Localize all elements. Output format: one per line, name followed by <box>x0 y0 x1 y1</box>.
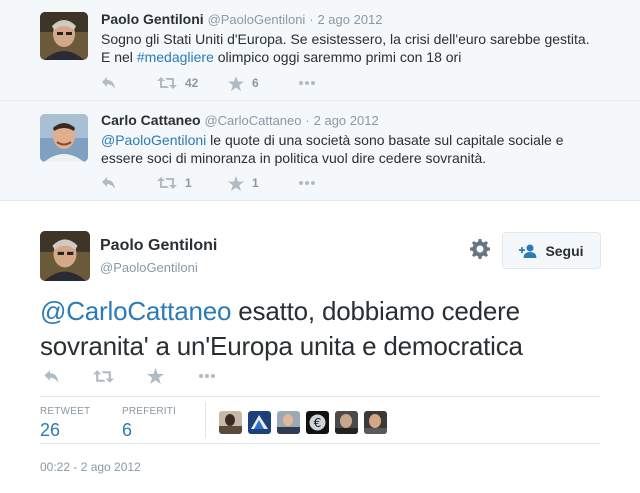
permalink-tweet: Paolo Gentiloni @PaoloGentiloni Segui @C… <box>0 201 640 493</box>
more-icon <box>199 374 215 378</box>
avatar[interactable] <box>40 231 90 281</box>
tweet-timestamp[interactable]: 00:22 - 2 ago 2012 <box>40 460 141 474</box>
retweet-stat-label: RETWEET <box>40 406 91 417</box>
retweet-icon <box>157 77 177 89</box>
tweet-text-line2: essere soci di minoranza in politica vuo… <box>101 150 487 166</box>
reply-icon <box>102 177 115 189</box>
tweet-author-username[interactable]: @PaoloGentiloni <box>208 12 306 27</box>
follow-button-label: Segui <box>545 242 584 259</box>
retweet-stat[interactable]: RETWEET 26 <box>40 406 90 441</box>
reply-icon <box>102 77 115 89</box>
retweet-button[interactable]: 42 <box>157 76 228 90</box>
tweet-actions: 42 6 <box>101 73 315 93</box>
tweet-timestamp[interactable]: 2 ago 2012 <box>314 113 379 128</box>
star-icon <box>147 368 164 384</box>
separator: · <box>309 12 314 27</box>
retweet-count: 42 <box>185 76 199 90</box>
reply-button[interactable] <box>43 369 93 384</box>
reply-button[interactable] <box>101 76 157 90</box>
favoriter-avatars: € <box>219 411 393 434</box>
tweet-text: @PaoloGentiloni le quote di una società … <box>101 131 621 167</box>
settings-button[interactable] <box>470 239 490 264</box>
tweet-author-name[interactable]: Paolo Gentiloni <box>101 11 204 27</box>
reply-button[interactable] <box>101 176 157 190</box>
tweet-actions: 1 1 <box>101 173 315 193</box>
svg-text:€: € <box>314 416 322 430</box>
tweet-text-segment: olimpico oggi saremmo primi con 18 ori <box>213 49 462 65</box>
tweet-text: Sogno gli Stati Uniti d'Europa. Se esist… <box>101 30 621 66</box>
tweet-text-segment: le quote di una società sono basate sul … <box>206 132 564 148</box>
follow-button[interactable]: Segui <box>502 232 601 269</box>
tweet-timestamp[interactable]: 2 ago 2012 <box>317 12 382 27</box>
divider <box>40 396 600 397</box>
tweet-author-name[interactable]: Paolo Gentiloni <box>100 237 217 255</box>
favorite-button[interactable]: 1 <box>228 175 299 191</box>
separator: · <box>305 113 310 128</box>
mention-link[interactable]: @PaoloGentiloni <box>101 132 206 148</box>
retweet-button[interactable] <box>93 369 147 384</box>
tweet-text-line2: sovranita' a un'Europa unita e democrati… <box>40 331 523 361</box>
retweet-icon <box>93 369 114 383</box>
star-icon <box>228 175 244 191</box>
retweet-icon <box>157 177 177 189</box>
favorites-stat-label: PREFERITI <box>122 406 177 417</box>
tweet-text-segment: E nel <box>101 49 137 65</box>
avatar[interactable] <box>219 411 242 434</box>
tweet-author-name[interactable]: Carlo Cattaneo <box>101 112 201 128</box>
tweet-text-line1: Sogno gli Stati Uniti d'Europa. Se esist… <box>101 31 590 47</box>
reply-icon <box>44 369 59 383</box>
context-tweet[interactable]: Carlo Cattaneo @CarloCattaneo · 2 ago 20… <box>0 101 640 201</box>
favorite-button[interactable]: 6 <box>228 75 299 91</box>
tweet-text: @CarloCattaneo esatto, dobbiamo cedere s… <box>40 294 610 364</box>
tweet-author-username[interactable]: @CarloCattaneo <box>204 113 301 128</box>
favorite-count: 1 <box>252 176 259 190</box>
avatar[interactable] <box>277 411 300 434</box>
hashtag-link[interactable]: #medagliere <box>137 49 214 65</box>
add-user-icon <box>519 244 537 258</box>
context-tweet[interactable]: Paolo Gentiloni @PaoloGentiloni · 2 ago … <box>0 0 640 101</box>
mention-link[interactable]: @CarloCattaneo <box>40 296 231 326</box>
tweet-actions <box>43 368 216 384</box>
tweet-text-segment: esatto, dobbiamo cedere <box>231 296 520 326</box>
avatar[interactable] <box>335 411 358 434</box>
star-icon <box>228 75 244 91</box>
avatar[interactable] <box>248 411 271 434</box>
avatar[interactable] <box>40 12 88 60</box>
more-button[interactable] <box>299 181 315 185</box>
more-icon <box>299 81 315 85</box>
favorite-button[interactable] <box>147 368 198 384</box>
more-icon <box>299 181 315 185</box>
avatar[interactable] <box>364 411 387 434</box>
divider <box>205 402 206 438</box>
avatar[interactable]: € <box>306 411 329 434</box>
favorite-count: 6 <box>252 76 259 90</box>
tweet-author-username[interactable]: @PaoloGentiloni <box>100 260 198 275</box>
retweet-button[interactable]: 1 <box>157 176 228 190</box>
favorites-stat[interactable]: PREFERITI 6 <box>122 406 176 441</box>
favorites-stat-count: 6 <box>122 420 133 440</box>
more-button[interactable] <box>198 374 216 378</box>
gear-icon <box>470 239 490 259</box>
retweet-stat-count: 26 <box>40 420 61 440</box>
more-button[interactable] <box>299 81 315 85</box>
retweet-count: 1 <box>185 176 192 190</box>
avatar[interactable] <box>40 114 88 162</box>
divider <box>40 443 600 444</box>
